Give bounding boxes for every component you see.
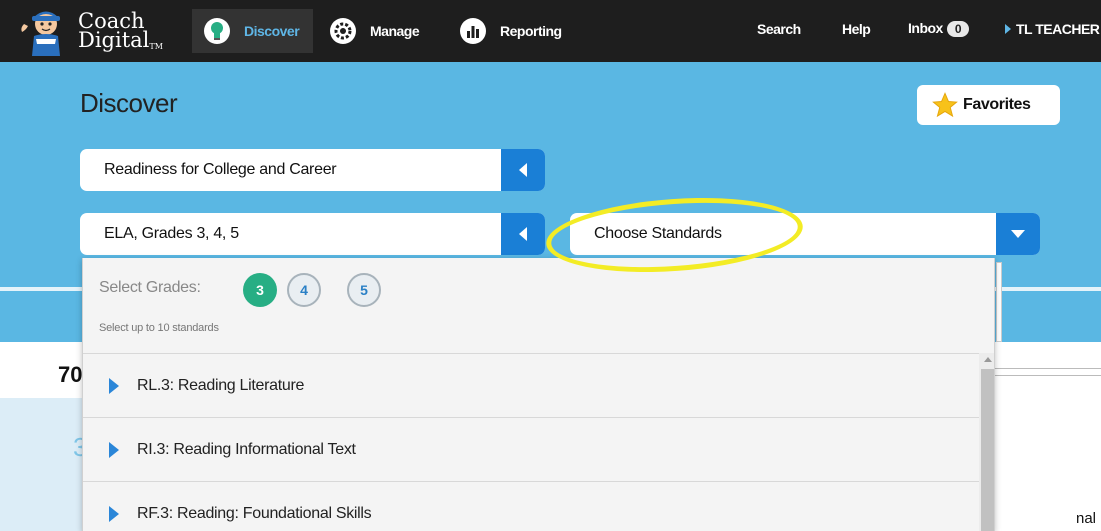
help-link[interactable]: Help — [842, 21, 871, 37]
user-menu[interactable]: TL TEACHER — [1005, 21, 1100, 37]
tab-reporting-label: Reporting — [500, 23, 562, 39]
background-right-edge — [996, 262, 1002, 342]
grade-4-button[interactable]: 4 — [287, 273, 321, 307]
favorites-label: Favorites — [963, 96, 1031, 113]
list-item[interactable]: RI.3: Reading Informational Text — [83, 417, 979, 481]
coach-mascot-icon — [21, 11, 60, 56]
caret-left-icon — [519, 163, 527, 177]
grade-5-button[interactable]: 5 — [347, 273, 381, 307]
background-right-select — [994, 368, 1101, 376]
tab-manage-label: Manage — [370, 23, 420, 39]
subject-select-value: ELA, Grades 3, 4, 5 — [104, 225, 239, 242]
inbox-count-badge: 0 — [946, 21, 970, 37]
search-link[interactable]: Search — [757, 21, 801, 37]
brand-logo[interactable]: Coach DigitalTM — [18, 2, 163, 60]
gear-icon — [330, 18, 356, 44]
program-select-value: Readiness for College and Career — [104, 161, 337, 178]
list-item[interactable]: RL.3: Reading Literature — [83, 353, 979, 417]
standards-dropdown-panel: Select Grades: 3 4 5 Select up to 10 sta… — [82, 258, 995, 531]
brand-line-2: Digital — [78, 28, 150, 52]
user-name: TL TEACHER — [1016, 21, 1100, 37]
select-grades-label: Select Grades: — [99, 279, 201, 296]
inbox-label: Inbox — [908, 20, 943, 36]
subject-select-toggle[interactable] — [501, 213, 545, 255]
standards-select-toggle[interactable] — [996, 213, 1040, 255]
expand-arrow-icon — [109, 377, 119, 394]
program-select[interactable]: Readiness for College and Career — [80, 149, 545, 191]
list-item[interactable]: RF.3: Reading: Foundational Skills — [83, 481, 979, 531]
expand-arrow-icon — [109, 505, 119, 522]
brand-wordmark: Coach DigitalTM — [78, 11, 163, 52]
caret-down-icon — [1011, 230, 1025, 238]
list-item-label: RL.3: Reading Literature — [137, 376, 305, 394]
standards-select[interactable]: Choose Standards — [570, 213, 1040, 255]
scroll-up-arrow-icon[interactable] — [984, 357, 992, 362]
program-select-toggle[interactable] — [501, 149, 545, 191]
list-scrollbar[interactable] — [979, 353, 994, 531]
tab-discover-label: Discover — [244, 23, 300, 39]
background-partial-text: nal — [1076, 510, 1097, 527]
lightbulb-icon — [204, 18, 230, 44]
top-nav: Coach DigitalTM Discover Manage Reportin… — [0, 0, 1101, 62]
star-icon — [932, 92, 958, 118]
scrollbar-thumb[interactable] — [981, 369, 994, 531]
standards-select-value: Choose Standards — [594, 225, 722, 242]
inbox-link[interactable]: Inbox 0 — [908, 20, 970, 37]
page-title: Discover — [80, 88, 178, 118]
expand-arrow-icon — [109, 441, 119, 458]
subject-select[interactable]: ELA, Grades 3, 4, 5 — [80, 213, 545, 255]
tab-manage[interactable]: Manage — [318, 9, 433, 53]
tab-reporting[interactable]: Reporting — [448, 9, 576, 53]
brand-trademark: TM — [149, 42, 163, 51]
grade-3-button[interactable]: 3 — [243, 273, 277, 307]
standards-list: RL.3: Reading Literature RI.3: Reading I… — [83, 353, 979, 531]
caret-right-icon — [1005, 24, 1011, 34]
favorites-button[interactable]: Favorites — [917, 85, 1060, 125]
standards-limit-hint: Select up to 10 standards — [99, 322, 219, 334]
background-count: 70 — [58, 362, 83, 387]
tab-discover[interactable]: Discover — [192, 9, 314, 53]
background-left-column — [0, 398, 84, 531]
list-item-label: RI.3: Reading Informational Text — [137, 440, 356, 458]
caret-left-icon — [519, 227, 527, 241]
bar-chart-icon — [460, 18, 486, 44]
list-item-label: RF.3: Reading: Foundational Skills — [137, 504, 372, 522]
